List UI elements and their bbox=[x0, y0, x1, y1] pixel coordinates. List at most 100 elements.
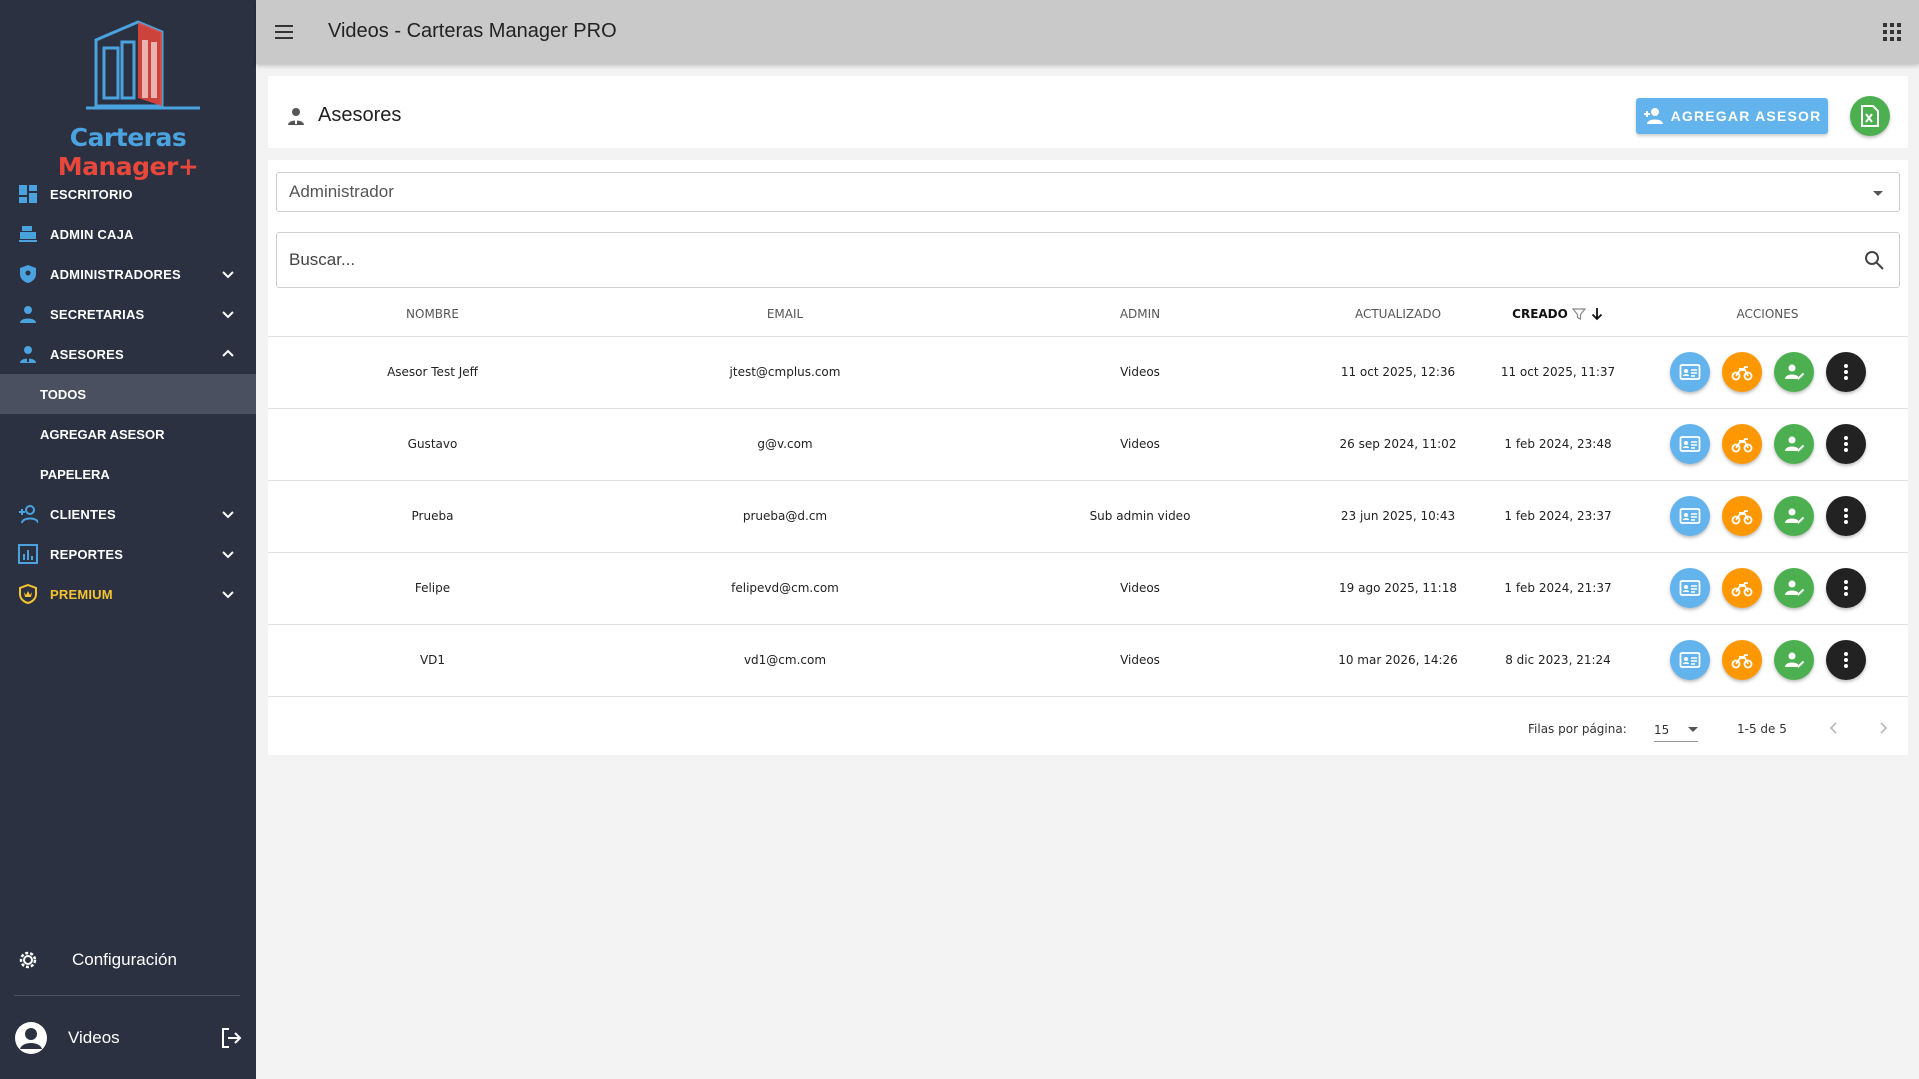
page-title-text: Asesores bbox=[318, 104, 402, 126]
approve-user-button[interactable] bbox=[1773, 640, 1814, 680]
column-header-nombre[interactable]: NOMBRE bbox=[268, 292, 597, 337]
user-profile[interactable]: Videos bbox=[0, 1016, 256, 1060]
sidebar-item-clientes[interactable]: CLIENTES bbox=[0, 494, 256, 534]
chevron-down-icon bbox=[222, 271, 234, 279]
sidebar-divider bbox=[14, 995, 240, 996]
cell-creado: 11 oct 2025, 11:37 bbox=[1489, 336, 1627, 409]
approve-user-button[interactable] bbox=[1773, 496, 1814, 536]
assign-route-button[interactable] bbox=[1721, 424, 1762, 464]
add-advisor-button[interactable]: AGREGAR ASESOR bbox=[1636, 98, 1828, 134]
advisor-icon bbox=[18, 344, 38, 364]
hamburger-menu-icon[interactable] bbox=[272, 20, 296, 44]
export-excel-button[interactable] bbox=[1850, 96, 1890, 136]
sidebar-item-label: REPORTES bbox=[50, 546, 124, 562]
dropdown-caret-icon bbox=[1873, 191, 1883, 196]
more-options-button[interactable] bbox=[1825, 640, 1866, 680]
cell-acciones bbox=[1627, 336, 1908, 409]
excel-file-icon bbox=[1861, 105, 1879, 127]
logo-text: Carteras Manager+ bbox=[0, 123, 256, 181]
cell-acciones bbox=[1627, 480, 1908, 553]
admin-select-value: Administrador bbox=[289, 182, 394, 201]
premium-shield-icon bbox=[18, 584, 38, 604]
table-row[interactable]: VD1 vd1@cm.com Videos 10 mar 2026, 14:26… bbox=[268, 624, 1908, 697]
sidebar-item-asesores[interactable]: ASESORES bbox=[0, 334, 256, 374]
cell-nombre: Felipe bbox=[268, 552, 597, 625]
id-card-icon bbox=[1679, 508, 1700, 524]
sidebar-item-label: ADMINISTRADORES bbox=[50, 266, 181, 282]
id-card-icon bbox=[1679, 436, 1700, 452]
view-profile-button[interactable] bbox=[1669, 496, 1710, 536]
cell-email: vd1@cm.com bbox=[597, 624, 973, 697]
cell-creado: 1 feb 2024, 23:37 bbox=[1489, 480, 1627, 553]
motorcycle-icon bbox=[1731, 582, 1752, 597]
cell-admin: Sub admin video bbox=[973, 480, 1307, 553]
view-profile-button[interactable] bbox=[1669, 568, 1710, 608]
column-header-admin[interactable]: ADMIN bbox=[973, 292, 1307, 337]
column-header-creado-label: CREADO bbox=[1512, 306, 1568, 321]
table-body: Asesor Test Jeff jtest@cmplus.com Videos… bbox=[268, 336, 1908, 697]
assign-route-button[interactable] bbox=[1721, 568, 1762, 608]
add-person-icon bbox=[1643, 108, 1663, 124]
column-header-creado[interactable]: CREADO bbox=[1489, 292, 1627, 337]
cell-creado: 1 feb 2024, 21:37 bbox=[1489, 552, 1627, 625]
cell-email: prueba@d.cm bbox=[597, 480, 973, 553]
approve-user-button[interactable] bbox=[1773, 424, 1814, 464]
filter-icon[interactable] bbox=[1571, 307, 1586, 321]
person-icon bbox=[18, 304, 38, 324]
table-row[interactable]: Gustavo g@v.com Videos 26 sep 2024, 11:0… bbox=[268, 408, 1908, 481]
column-header-email[interactable]: EMAIL bbox=[597, 292, 973, 337]
sidebar-subitem-agregar-asesor[interactable]: AGREGAR ASESOR bbox=[0, 414, 256, 454]
view-profile-button[interactable] bbox=[1669, 640, 1710, 680]
cell-admin: Videos bbox=[973, 552, 1307, 625]
view-profile-button[interactable] bbox=[1669, 424, 1710, 464]
sort-indicator: CREADO bbox=[1512, 307, 1604, 321]
table-row[interactable]: Asesor Test Jeff jtest@cmplus.com Videos… bbox=[268, 336, 1908, 409]
chevron-left-icon[interactable] bbox=[1824, 718, 1844, 738]
chevron-right-icon[interactable] bbox=[1873, 718, 1893, 738]
table-row[interactable]: Felipe felipevd@cm.com Videos 19 ago 202… bbox=[268, 552, 1908, 625]
page-title: Asesores bbox=[286, 104, 401, 127]
apps-grid-icon[interactable] bbox=[1881, 21, 1903, 43]
view-profile-button[interactable] bbox=[1669, 352, 1710, 392]
logo-text-part1: Carteras bbox=[69, 123, 187, 152]
assign-route-button[interactable] bbox=[1721, 496, 1762, 536]
cell-creado: 8 dic 2023, 21:24 bbox=[1489, 624, 1627, 697]
chevron-down-icon bbox=[222, 311, 234, 319]
approve-user-button[interactable] bbox=[1773, 568, 1814, 608]
sidebar-item-label: ADMIN CAJA bbox=[50, 226, 134, 242]
approve-user-button[interactable] bbox=[1773, 352, 1814, 392]
chevron-up-icon bbox=[222, 349, 234, 357]
more-options-button[interactable] bbox=[1825, 424, 1866, 464]
rows-per-page-select[interactable]: 15 bbox=[1654, 718, 1698, 742]
sidebar-item-secretarias[interactable]: SECRETARIAS bbox=[0, 294, 256, 334]
rows-per-page-value: 15 bbox=[1654, 722, 1670, 737]
search-icon[interactable] bbox=[1863, 249, 1885, 271]
admin-select[interactable]: Administrador bbox=[276, 172, 1900, 212]
more-options-button[interactable] bbox=[1825, 496, 1866, 536]
assign-route-button[interactable] bbox=[1721, 640, 1762, 680]
sidebar-nav: ESCRITORIO ADMIN CAJA ADMINISTRADORES SE… bbox=[0, 174, 256, 614]
sidebar-item-reportes[interactable]: REPORTES bbox=[0, 534, 256, 574]
more-options-button[interactable] bbox=[1825, 568, 1866, 608]
settings-link[interactable]: Configuración bbox=[0, 938, 256, 982]
more-vert-icon bbox=[1843, 508, 1848, 524]
sidebar-item-admin-caja[interactable]: ADMIN CAJA bbox=[0, 214, 256, 254]
chevron-down-icon bbox=[222, 591, 234, 599]
more-options-button[interactable] bbox=[1825, 352, 1866, 392]
logout-icon[interactable] bbox=[220, 1027, 242, 1049]
user-name: Videos bbox=[68, 1028, 120, 1047]
sidebar-item-administradores[interactable]: ADMINISTRADORES bbox=[0, 254, 256, 294]
sidebar-subitem-todos[interactable]: TODOS bbox=[0, 374, 256, 414]
column-header-actualizado[interactable]: ACTUALIZADO bbox=[1307, 292, 1489, 337]
cell-nombre: Prueba bbox=[268, 480, 597, 553]
search-input[interactable]: Buscar... bbox=[276, 232, 1900, 288]
cell-acciones bbox=[1627, 624, 1908, 697]
table-row[interactable]: Prueba prueba@d.cm Sub admin video 23 ju… bbox=[268, 480, 1908, 553]
sidebar-subitem-papelera[interactable]: PAPELERA bbox=[0, 454, 256, 494]
sidebar-item-premium[interactable]: PREMIUM bbox=[0, 574, 256, 614]
assign-route-button[interactable] bbox=[1721, 352, 1762, 392]
sidebar-item-escritorio[interactable]: ESCRITORIO bbox=[0, 174, 256, 214]
advisors-card: Administrador Buscar... NOMBRE EMAIL ADM… bbox=[268, 160, 1908, 755]
more-vert-icon bbox=[1843, 436, 1848, 452]
chevron-down-icon bbox=[222, 511, 234, 519]
